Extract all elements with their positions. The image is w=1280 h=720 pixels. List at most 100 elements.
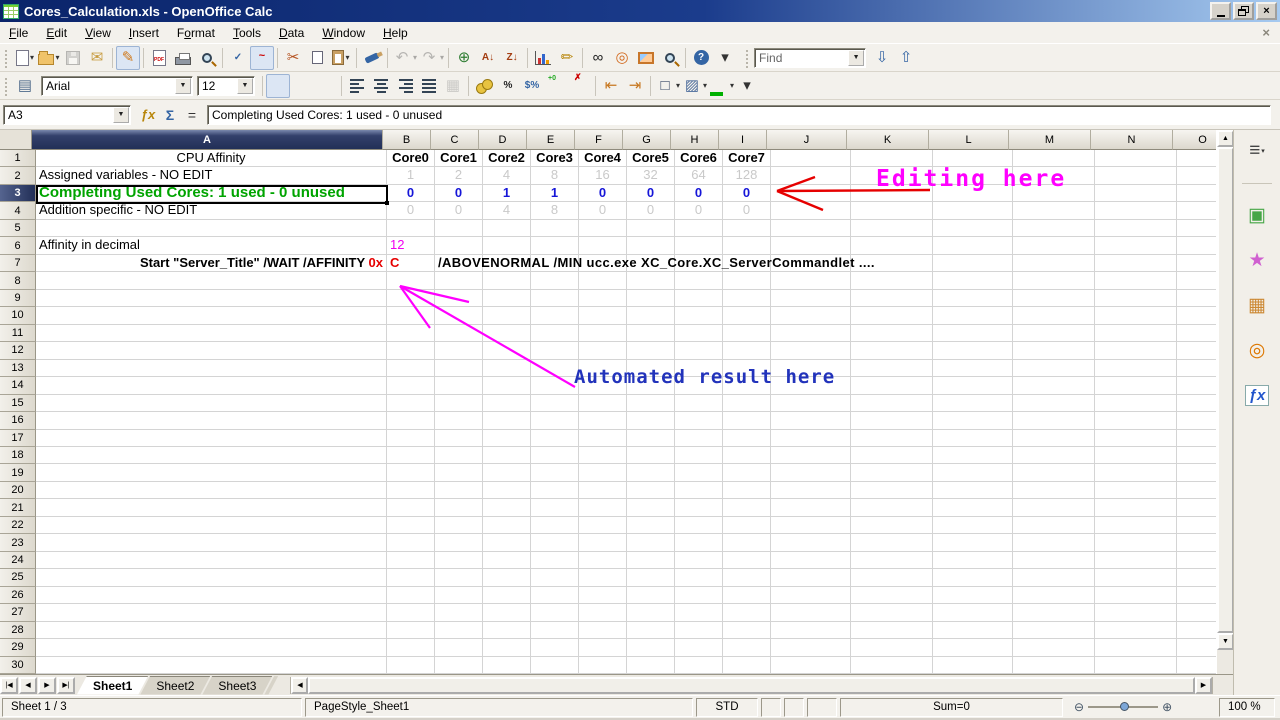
add-decimal-place-button[interactable]	[544, 74, 568, 98]
row-header-24[interactable]: 24	[0, 552, 36, 569]
hyperlink-button[interactable]: ⊕	[452, 46, 476, 70]
cell-D27[interactable]	[483, 604, 531, 621]
close-button[interactable]: ×	[1256, 2, 1277, 20]
column-header-K[interactable]: K	[847, 130, 929, 150]
find-input[interactable]: Find ▼	[754, 48, 866, 68]
cell-F10[interactable]	[579, 307, 627, 324]
cell-M27[interactable]	[1013, 604, 1095, 621]
zoom-slider[interactable]	[1088, 706, 1158, 708]
row-header-25[interactable]: 25	[0, 569, 36, 586]
email-document-button[interactable]: ✉	[85, 46, 109, 70]
cell-M2[interactable]	[1013, 167, 1095, 184]
cell-I18[interactable]	[723, 447, 771, 464]
cell-I13[interactable]	[723, 360, 771, 377]
cell-A4[interactable]: Addition specific - NO EDIT	[36, 202, 387, 219]
cell-N12[interactable]	[1095, 342, 1177, 359]
cell-F27[interactable]	[579, 604, 627, 621]
cell-L3[interactable]	[933, 185, 1013, 202]
cell-H6[interactable]	[675, 237, 723, 254]
cell-H2[interactable]: 64	[675, 167, 723, 184]
cell-B5[interactable]	[387, 220, 435, 237]
cell-H5[interactable]	[675, 220, 723, 237]
cell-F21[interactable]	[579, 499, 627, 516]
column-header-I[interactable]: I	[719, 130, 767, 150]
cell-D1[interactable]: Core2	[483, 150, 531, 167]
new-document-button[interactable]: ▾	[13, 46, 37, 70]
cell-E8[interactable]	[531, 272, 579, 289]
cell-F22[interactable]	[579, 517, 627, 534]
row-header-6[interactable]: 6	[0, 237, 36, 254]
cell-H4[interactable]: 0	[675, 202, 723, 219]
cell-N14[interactable]	[1095, 377, 1177, 394]
cell-A29[interactable]	[36, 639, 387, 656]
cell-K17[interactable]	[851, 430, 933, 447]
cell-A8[interactable]	[36, 272, 387, 289]
bold-button[interactable]	[266, 74, 290, 98]
sheet-tab-sheet1[interactable]: Sheet1	[77, 676, 148, 695]
cell-K6[interactable]	[851, 237, 933, 254]
cell-D11[interactable]	[483, 325, 531, 342]
cell-N18[interactable]	[1095, 447, 1177, 464]
cell-G16[interactable]	[627, 412, 675, 429]
cell-K30[interactable]	[851, 657, 933, 674]
cell-F8[interactable]	[579, 272, 627, 289]
cell-C11[interactable]	[435, 325, 483, 342]
cell-K12[interactable]	[851, 342, 933, 359]
cell-I10[interactable]	[723, 307, 771, 324]
row-header-22[interactable]: 22	[0, 517, 36, 534]
cell-A13[interactable]	[36, 360, 387, 377]
sort-ascending-button[interactable]: A↓	[476, 46, 500, 70]
cell-N9[interactable]	[1095, 290, 1177, 307]
cell-B11[interactable]	[387, 325, 435, 342]
cell-D26[interactable]	[483, 587, 531, 604]
row-header-13[interactable]: 13	[0, 360, 36, 377]
cell-B30[interactable]	[387, 657, 435, 674]
status-zoom-percent[interactable]: 100 %	[1219, 698, 1275, 717]
cell-E19[interactable]	[531, 464, 579, 481]
cell-J24[interactable]	[771, 552, 851, 569]
background-color-button[interactable]: ▨▾	[681, 74, 708, 98]
cell-K1[interactable]	[851, 150, 933, 167]
cell-F20[interactable]	[579, 482, 627, 499]
cell-N30[interactable]	[1095, 657, 1177, 674]
cell-N16[interactable]	[1095, 412, 1177, 429]
cell-N15[interactable]	[1095, 395, 1177, 412]
cell-H28[interactable]	[675, 622, 723, 639]
cell-F29[interactable]	[579, 639, 627, 656]
menu-data[interactable]: Data	[270, 24, 313, 42]
cell-L25[interactable]	[933, 569, 1013, 586]
cell-F25[interactable]	[579, 569, 627, 586]
cell-D24[interactable]	[483, 552, 531, 569]
cell-M20[interactable]	[1013, 482, 1095, 499]
cell-I3[interactable]: 0	[723, 185, 771, 202]
cell-M3[interactable]	[1013, 185, 1095, 202]
cell-K2[interactable]	[851, 167, 933, 184]
cell-A2[interactable]: Assigned variables - NO EDIT	[36, 167, 387, 184]
cell-F24[interactable]	[579, 552, 627, 569]
cell-M8[interactable]	[1013, 272, 1095, 289]
function-wizard-icon[interactable]: ƒx	[137, 105, 159, 125]
column-header-G[interactable]: G	[623, 130, 671, 150]
cell-N20[interactable]	[1095, 482, 1177, 499]
navigator-button[interactable]: ◎	[610, 46, 634, 70]
cell-C26[interactable]	[435, 587, 483, 604]
gallery-button[interactable]	[634, 46, 658, 70]
cell-J4[interactable]	[771, 202, 851, 219]
scroll-right-button[interactable]: ▶	[1195, 677, 1212, 694]
cell-L30[interactable]	[933, 657, 1013, 674]
cell-J5[interactable]	[771, 220, 851, 237]
column-header-J[interactable]: J	[767, 130, 847, 150]
align-left-button[interactable]	[345, 74, 369, 98]
cell-J29[interactable]	[771, 639, 851, 656]
menu-file[interactable]: File	[0, 24, 37, 42]
row-header-23[interactable]: 23	[0, 534, 36, 551]
cell-C22[interactable]	[435, 517, 483, 534]
auto-spellcheck-button[interactable]	[250, 46, 274, 70]
cell-M14[interactable]	[1013, 377, 1095, 394]
cell-E15[interactable]	[531, 395, 579, 412]
cell-H19[interactable]	[675, 464, 723, 481]
cell-A24[interactable]	[36, 552, 387, 569]
cell-L4[interactable]	[933, 202, 1013, 219]
cell-I8[interactable]	[723, 272, 771, 289]
cell-E2[interactable]: 8	[531, 167, 579, 184]
